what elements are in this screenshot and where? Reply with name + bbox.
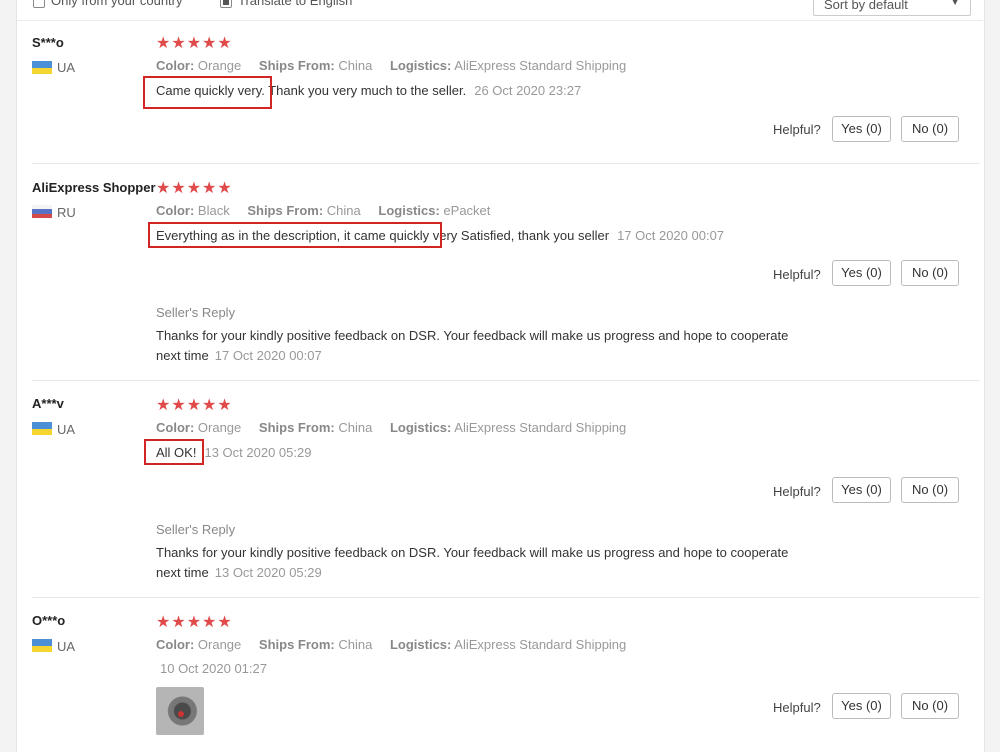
highlight-box <box>148 222 442 248</box>
review-item: AliExpress Shopper RU ★★★★★ Color: Black… <box>17 164 983 381</box>
color-label: Color: <box>156 420 195 435</box>
helpful-label: Helpful? <box>773 122 821 137</box>
helpful-label: Helpful? <box>773 267 821 282</box>
rating-stars: ★★★★★ <box>156 614 233 631</box>
seller-reply-date: 13 Oct 2020 05:29 <box>214 565 322 580</box>
color-value: Orange <box>197 58 242 73</box>
review-meta: Color: Black Ships From: China Logistics… <box>156 203 490 218</box>
sort-dropdown-value: Sort by default <box>824 0 908 12</box>
highlight-box <box>144 439 204 465</box>
review-item: S***o UA ★★★★★ Color: Orange Ships From:… <box>17 20 983 164</box>
helpful-yes-button[interactable]: Yes (0) <box>832 693 891 719</box>
color-label: Color: <box>156 58 195 73</box>
seller-reply-text: Thanks for your kindly positive feedback… <box>156 326 816 366</box>
color-value: Orange <box>197 420 242 435</box>
seller-reply-line: Thanks for your kindly positive feedback… <box>156 328 789 343</box>
helpful-yes-button[interactable]: Yes (0) <box>832 116 891 142</box>
ships-from-value: China <box>326 203 361 218</box>
helpful-yes-button[interactable]: Yes (0) <box>832 260 891 286</box>
sort-dropdown[interactable]: Sort by default ▼ <box>813 0 971 16</box>
translate-checkbox[interactable] <box>220 0 232 8</box>
review-meta: Color: Orange Ships From: China Logistic… <box>156 637 626 652</box>
reviewer-country: UA <box>57 639 76 654</box>
reviewer-name: S***o <box>32 35 64 50</box>
reviewer-name: A***v <box>32 396 64 411</box>
review-date: 17 Oct 2020 00:07 <box>617 228 725 243</box>
review-photo-thumbnail[interactable] <box>156 687 204 735</box>
seller-reply-line: next time 13 Oct 2020 05:29 <box>156 563 816 583</box>
seller-reply-text: Thanks for your kindly positive feedback… <box>156 543 816 583</box>
review-meta: Color: Orange Ships From: China Logistic… <box>156 420 626 435</box>
ships-from-value: China <box>338 58 373 73</box>
logistics-value: AliExpress Standard Shipping <box>454 58 627 73</box>
review-item: O***o UA ★★★★★ Color: Orange Ships From:… <box>17 598 983 752</box>
right-frame <box>984 0 1000 752</box>
flag-ru-icon <box>32 205 52 218</box>
rating-stars: ★★★★★ <box>156 35 233 52</box>
review-meta: Color: Orange Ships From: China Logistic… <box>156 58 626 73</box>
review-date: 10 Oct 2020 01:27 <box>160 661 267 676</box>
reviewer-country: RU <box>57 205 76 220</box>
helpful-no-button[interactable]: No (0) <box>901 693 959 719</box>
review-date: 26 Oct 2020 23:27 <box>474 83 582 98</box>
ships-from-value: China <box>338 420 373 435</box>
logistics-value: ePacket <box>443 203 491 218</box>
flag-ua-icon <box>32 422 52 435</box>
only-country-checkbox[interactable] <box>33 0 45 8</box>
ships-from-label: Ships From: <box>258 637 335 652</box>
seller-reply-title: Seller's Reply <box>156 305 236 320</box>
review-text-rest: Thank you very much to the seller. <box>264 83 467 98</box>
left-frame <box>0 0 17 752</box>
ships-from-label: Ships From: <box>258 420 335 435</box>
helpful-no-button[interactable]: No (0) <box>901 116 959 142</box>
review-date: 13 Oct 2020 05:29 <box>204 445 312 460</box>
ships-from-value: China <box>338 637 373 652</box>
reviewer-country: UA <box>57 422 76 437</box>
logistics-label: Logistics: <box>378 203 440 218</box>
chevron-down-icon: ▼ <box>950 0 960 8</box>
flag-ua-icon <box>32 61 52 74</box>
reviewer-country: UA <box>57 60 76 75</box>
seller-reply-continuation: next time <box>156 348 209 363</box>
color-label: Color: <box>156 637 195 652</box>
seller-reply-line: Thanks for your kindly positive feedback… <box>156 545 789 560</box>
helpful-label: Helpful? <box>773 700 821 715</box>
review-item: A***v UA ★★★★★ Color: Orange Ships From:… <box>17 381 983 598</box>
color-value: Black <box>197 203 230 218</box>
translate-label: Translate to English <box>238 0 353 8</box>
flag-ua-icon <box>32 639 52 652</box>
reviewer-name: O***o <box>32 613 66 628</box>
helpful-no-button[interactable]: No (0) <box>901 260 959 286</box>
rating-stars: ★★★★★ <box>156 180 233 197</box>
ships-from-label: Ships From: <box>247 203 324 218</box>
helpful-label: Helpful? <box>773 484 821 499</box>
helpful-no-button[interactable]: No (0) <box>901 477 959 503</box>
logistics-value: AliExpress Standard Shipping <box>454 420 627 435</box>
seller-reply-continuation: next time <box>156 565 209 580</box>
color-value: Orange <box>197 637 242 652</box>
logistics-label: Logistics: <box>389 420 452 435</box>
reviewer-name: AliExpress Shopper <box>32 180 156 195</box>
helpful-yes-button[interactable]: Yes (0) <box>832 477 891 503</box>
highlight-box <box>143 76 272 109</box>
seller-reply-title: Seller's Reply <box>156 522 236 537</box>
rating-stars: ★★★★★ <box>156 397 233 414</box>
ships-from-label: Ships From: <box>258 58 335 73</box>
color-label: Color: <box>156 203 195 218</box>
logistics-value: AliExpress Standard Shipping <box>454 637 627 652</box>
only-country-label: Only from your country <box>51 0 183 8</box>
filter-bar: Only from your country Translate to Engl… <box>17 0 983 21</box>
logistics-label: Logistics: <box>389 58 452 73</box>
seller-reply-date: 17 Oct 2020 00:07 <box>214 348 322 363</box>
logistics-label: Logistics: <box>389 637 452 652</box>
seller-reply-line: next time 17 Oct 2020 00:07 <box>156 346 816 366</box>
review-text-rest: very Satisfied, thank you seller <box>429 228 610 243</box>
